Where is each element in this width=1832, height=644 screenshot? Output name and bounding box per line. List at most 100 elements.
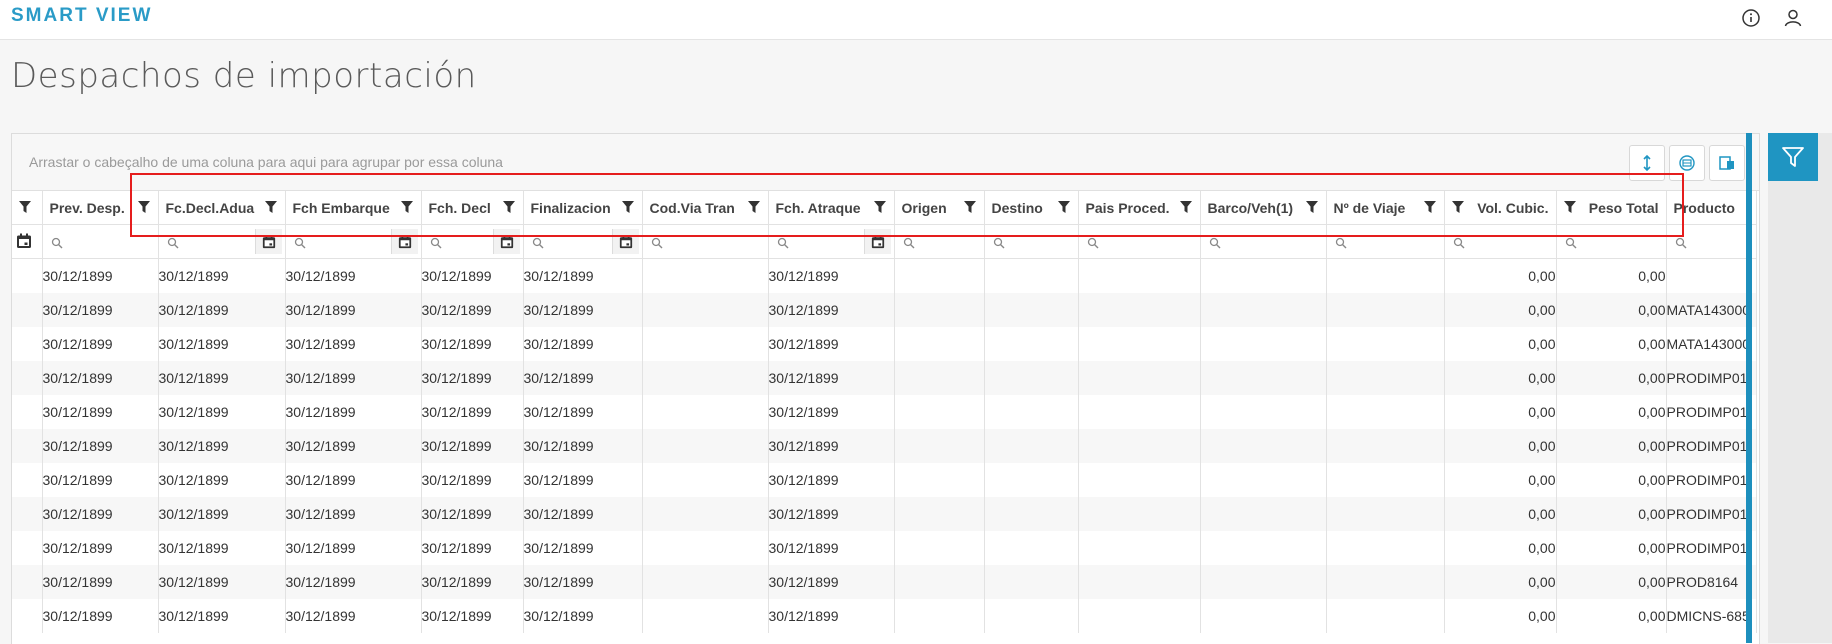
excel-export-button[interactable] bbox=[1669, 145, 1705, 181]
table-row[interactable]: 30/12/1899 30/12/1899 30/12/1899 30/12/1899… bbox=[12, 565, 1757, 599]
table-row[interactable]: 30/12/1899 30/12/1899 30/12/1899 30/12/1899… bbox=[12, 599, 1757, 633]
filter-icon[interactable] bbox=[18, 200, 32, 214]
column-header[interactable]: Prev. Desp. bbox=[42, 191, 159, 225]
filter-icon[interactable] bbox=[963, 200, 977, 214]
table-cell: 30/12/1899 bbox=[285, 258, 422, 293]
column-filter-input[interactable] bbox=[1444, 224, 1557, 259]
column-header[interactable]: Vol. Cubic. bbox=[1444, 191, 1557, 225]
filter-icon[interactable] bbox=[1451, 200, 1465, 214]
column-filter-input[interactable] bbox=[1078, 224, 1201, 259]
side-filter-button[interactable] bbox=[1768, 133, 1818, 181]
table-row[interactable]: 30/12/1899 30/12/1899 30/12/1899 30/12/1899… bbox=[12, 463, 1757, 497]
column-header[interactable]: Fch. Decl bbox=[421, 191, 524, 225]
column-filter-input[interactable] bbox=[1326, 224, 1445, 259]
table-cell: 30/12/1899 bbox=[421, 395, 524, 429]
calendar-icon[interactable] bbox=[611, 229, 639, 254]
table-cell: 30/12/1899 bbox=[42, 463, 159, 497]
table-row[interactable]: 30/12/1899 30/12/1899 30/12/1899 30/12/1899… bbox=[12, 395, 1757, 429]
table-cell: 30/12/1899 bbox=[523, 531, 643, 565]
table-cell bbox=[894, 565, 985, 599]
column-header[interactable]: Pais Proced. bbox=[1078, 191, 1201, 225]
table-row[interactable]: 30/12/1899 30/12/1899 30/12/1899 30/12/1899… bbox=[12, 258, 1757, 293]
filter-icon[interactable] bbox=[1057, 200, 1071, 214]
table-cell bbox=[12, 531, 43, 565]
filter-icon[interactable] bbox=[1563, 200, 1577, 214]
calendar-icon[interactable] bbox=[390, 229, 418, 254]
filter-icon[interactable] bbox=[747, 200, 761, 214]
table-cell: 30/12/1899 bbox=[285, 327, 422, 361]
group-panel[interactable]: Arrastar o cabeçalho de uma coluna para … bbox=[12, 134, 1759, 191]
calendar-icon[interactable] bbox=[492, 229, 520, 254]
column-filter-input[interactable] bbox=[523, 224, 643, 259]
column-filter-input[interactable] bbox=[1666, 224, 1757, 259]
table-cell: 30/12/1899 bbox=[768, 599, 895, 633]
table-row[interactable]: 30/12/1899 30/12/1899 30/12/1899 30/12/1899… bbox=[12, 293, 1757, 327]
column-header[interactable]: Origen bbox=[894, 191, 985, 225]
filter-cell-selector[interactable] bbox=[12, 224, 43, 259]
table-cell bbox=[1200, 531, 1327, 565]
row-filter-header[interactable] bbox=[12, 191, 43, 225]
search-icon bbox=[294, 236, 306, 249]
column-filter-input[interactable] bbox=[158, 224, 286, 259]
filter-icon[interactable] bbox=[621, 200, 635, 214]
table-row[interactable]: 30/12/1899 30/12/1899 30/12/1899 30/12/1899… bbox=[12, 327, 1757, 361]
search-icon bbox=[993, 236, 1005, 249]
table-cell: 30/12/1899 bbox=[523, 463, 643, 497]
filter-icon[interactable] bbox=[264, 200, 278, 214]
table-cell bbox=[984, 395, 1079, 429]
column-filter-input[interactable] bbox=[42, 224, 159, 259]
calendar-icon[interactable] bbox=[16, 233, 32, 249]
column-header[interactable]: Destino bbox=[984, 191, 1079, 225]
calendar-icon[interactable] bbox=[254, 229, 282, 254]
column-header[interactable]: Nº de Viaje bbox=[1326, 191, 1445, 225]
table-cell: 30/12/1899 bbox=[42, 599, 159, 633]
table-cell: 30/12/1899 bbox=[285, 395, 422, 429]
table-row[interactable]: 30/12/1899 30/12/1899 30/12/1899 30/12/1899… bbox=[12, 497, 1757, 531]
table-cell bbox=[1200, 258, 1327, 293]
table-cell bbox=[984, 293, 1079, 327]
table-cell: 30/12/1899 bbox=[42, 327, 159, 361]
table-row[interactable]: 30/12/1899 30/12/1899 30/12/1899 30/12/1899… bbox=[12, 361, 1757, 395]
column-header[interactable]: Peso Total bbox=[1556, 191, 1667, 225]
filter-icon[interactable] bbox=[1305, 200, 1319, 214]
filter-icon[interactable] bbox=[137, 200, 151, 214]
column-filter-input[interactable] bbox=[894, 224, 985, 259]
column-filter-input[interactable] bbox=[285, 224, 422, 259]
column-filter-input[interactable] bbox=[984, 224, 1079, 259]
column-header[interactable]: Fch Embarque bbox=[285, 191, 422, 225]
column-header[interactable]: Producto bbox=[1666, 191, 1757, 225]
column-header[interactable]: Barco/Veh(1) bbox=[1200, 191, 1327, 225]
expand-vertical-button[interactable] bbox=[1629, 145, 1665, 181]
table-cell: 30/12/1899 bbox=[523, 361, 643, 395]
table-cell bbox=[894, 531, 985, 565]
table-row[interactable]: 30/12/1899 30/12/1899 30/12/1899 30/12/1899… bbox=[12, 531, 1757, 565]
info-icon[interactable] bbox=[1740, 7, 1762, 29]
page-title: Despachos de importación bbox=[11, 56, 477, 96]
user-icon[interactable] bbox=[1782, 7, 1804, 29]
filter-icon[interactable] bbox=[1423, 200, 1437, 214]
column-filter-input[interactable] bbox=[421, 224, 524, 259]
calendar-icon[interactable] bbox=[863, 229, 891, 254]
table-cell: 0,00 bbox=[1556, 258, 1667, 293]
column-header[interactable]: Finalizacion bbox=[523, 191, 643, 225]
table-row[interactable]: 30/12/1899 30/12/1899 30/12/1899 30/12/1899… bbox=[12, 429, 1757, 463]
table-cell bbox=[1200, 395, 1327, 429]
column-filter-input[interactable] bbox=[768, 224, 895, 259]
filter-icon[interactable] bbox=[1179, 200, 1193, 214]
column-header-label: Fch Embarque bbox=[292, 200, 390, 217]
table-cell bbox=[984, 258, 1079, 293]
column-filter-input[interactable] bbox=[1556, 224, 1667, 259]
filter-icon[interactable] bbox=[502, 200, 516, 214]
column-header[interactable]: Cod.Via Tran bbox=[642, 191, 769, 225]
table-cell: 30/12/1899 bbox=[42, 395, 159, 429]
column-filter-input[interactable] bbox=[642, 224, 769, 259]
filter-icon[interactable] bbox=[873, 200, 887, 214]
column-header[interactable]: Fc.Decl.Adua bbox=[158, 191, 286, 225]
column-filter-input[interactable] bbox=[1200, 224, 1327, 259]
filter-icon[interactable] bbox=[400, 200, 414, 214]
vertical-scrollbar[interactable] bbox=[1746, 133, 1752, 643]
column-header[interactable]: Fch. Atraque bbox=[768, 191, 895, 225]
table-cell: 30/12/1899 bbox=[768, 463, 895, 497]
column-chooser-button[interactable] bbox=[1709, 145, 1745, 181]
table-cell bbox=[984, 599, 1079, 633]
